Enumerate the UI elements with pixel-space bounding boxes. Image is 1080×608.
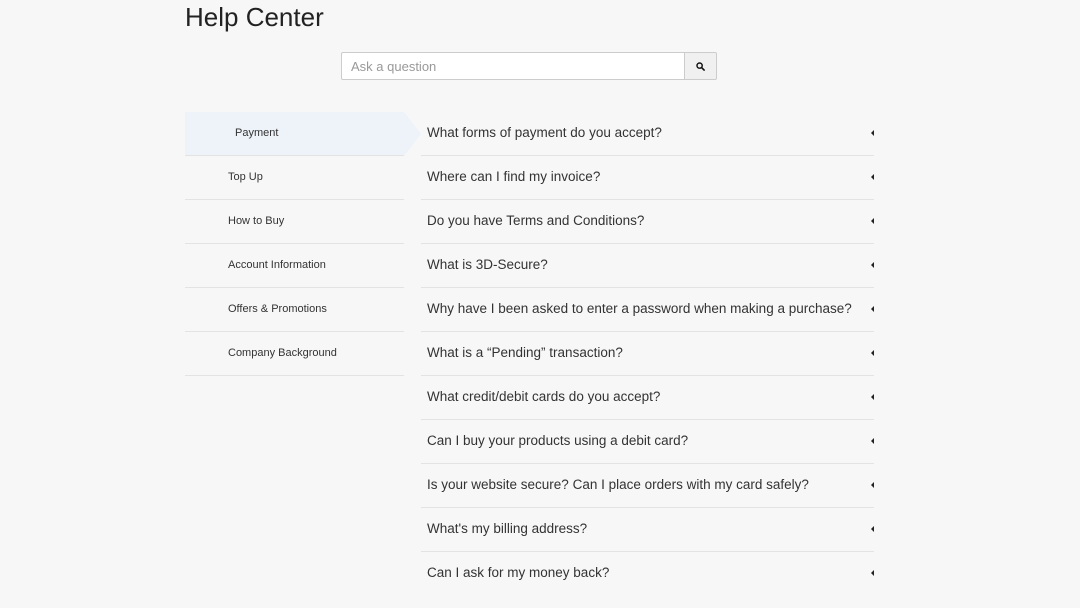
faq-question: Is your website secure? Can I place orde…: [427, 477, 809, 492]
sidebar-item-top-up[interactable]: Top Up: [185, 156, 404, 200]
faq-item[interactable]: Do you have Terms and Conditions?: [421, 200, 874, 244]
faq-item[interactable]: What credit/debit cards do you accept?: [421, 376, 874, 420]
faq-question: Where can I find my invoice?: [427, 169, 601, 184]
page-title: Help Center: [185, 2, 324, 32]
faq-item[interactable]: Is your website secure? Can I place orde…: [421, 464, 874, 508]
category-sidebar: Payment Top Up How to Buy Account Inform…: [185, 112, 421, 376]
faq-item[interactable]: What's my billing address?: [421, 508, 874, 552]
faq-item[interactable]: Can I ask for my money back?: [421, 552, 874, 595]
caret-left-icon[interactable]: [871, 570, 874, 576]
faq-question: What is a “Pending” transaction?: [427, 345, 623, 360]
faq-question: What credit/debit cards do you accept?: [427, 389, 661, 404]
sidebar-item-account-information[interactable]: Account Information: [185, 244, 404, 288]
search-bar: [341, 52, 717, 80]
faq-item[interactable]: What is a “Pending” transaction?: [421, 332, 874, 376]
caret-left-icon[interactable]: [871, 350, 874, 356]
caret-left-icon[interactable]: [871, 306, 874, 312]
faq-question: What forms of payment do you accept?: [427, 125, 662, 140]
search-input[interactable]: [341, 52, 685, 80]
faq-question: Can I buy your products using a debit ca…: [427, 433, 689, 448]
caret-left-icon[interactable]: [871, 394, 874, 400]
faq-question: What's my billing address?: [427, 521, 588, 536]
caret-left-icon[interactable]: [871, 262, 874, 268]
faq-item[interactable]: Why have I been asked to enter a passwor…: [421, 288, 874, 332]
faq-item[interactable]: Can I buy your products using a debit ca…: [421, 420, 874, 464]
faq-question: What is 3D-Secure?: [427, 257, 548, 272]
faq-question: Can I ask for my money back?: [427, 565, 610, 580]
faq-list: What forms of payment do you accept? Whe…: [421, 112, 874, 595]
search-icon: [696, 61, 705, 71]
faq-item[interactable]: What forms of payment do you accept?: [421, 112, 874, 156]
caret-left-icon[interactable]: [871, 130, 874, 136]
faq-question: Do you have Terms and Conditions?: [427, 213, 645, 228]
caret-left-icon[interactable]: [871, 438, 874, 444]
search-button[interactable]: [684, 52, 717, 80]
sidebar-item-how-to-buy[interactable]: How to Buy: [185, 200, 404, 244]
faq-item[interactable]: What is 3D-Secure?: [421, 244, 874, 288]
sidebar-item-payment[interactable]: Payment: [185, 112, 421, 156]
sidebar-item-company-background[interactable]: Company Background: [185, 332, 404, 376]
caret-left-icon[interactable]: [871, 482, 874, 488]
caret-left-icon[interactable]: [871, 174, 874, 180]
faq-question: Why have I been asked to enter a passwor…: [427, 301, 852, 316]
faq-item[interactable]: Where can I find my invoice?: [421, 156, 874, 200]
sidebar-item-offers-promotions[interactable]: Offers & Promotions: [185, 288, 404, 332]
caret-left-icon[interactable]: [871, 218, 874, 224]
caret-left-icon[interactable]: [871, 526, 874, 532]
